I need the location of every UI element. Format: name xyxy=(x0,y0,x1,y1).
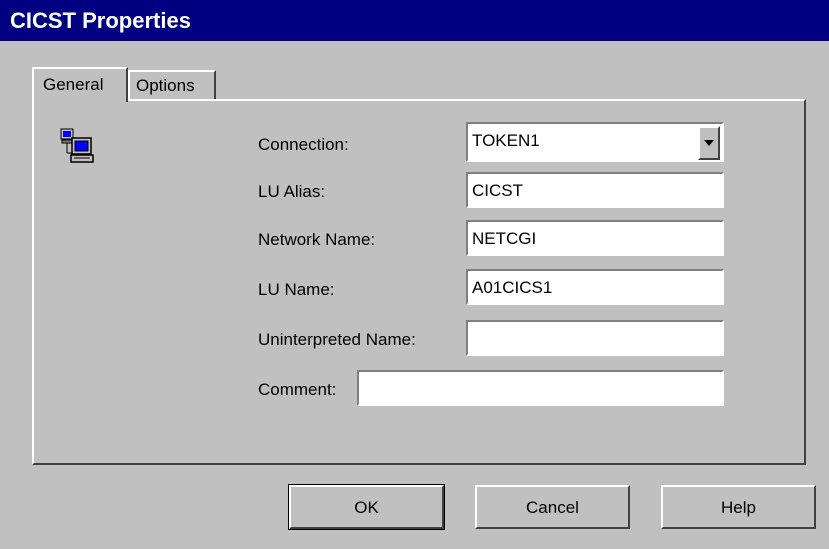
lu-alias-input[interactable]: CICST xyxy=(466,172,724,208)
connection-label: Connection: xyxy=(258,135,349,154)
chevron-down-icon xyxy=(704,140,714,146)
cancel-button[interactable]: Cancel xyxy=(475,485,630,529)
lu-name-input[interactable]: A01CICS1 xyxy=(466,269,724,305)
ok-button[interactable]: OK xyxy=(288,484,445,530)
network-name-input[interactable]: NETCGI xyxy=(466,220,724,256)
connection-value: TOKEN1 xyxy=(472,131,540,150)
lu-alias-label: LU Alias: xyxy=(258,182,326,201)
ok-button-label: OK xyxy=(354,498,379,517)
tab-options-label: Options xyxy=(136,76,195,95)
uninterpreted-name-label: Uninterpreted Name: xyxy=(258,330,416,349)
connection-dropdown-button[interactable] xyxy=(698,126,720,160)
help-button[interactable]: Help xyxy=(661,485,816,529)
lu-alias-value: CICST xyxy=(472,181,523,200)
network-name-value: NETCGI xyxy=(472,229,537,248)
connection-dropdown[interactable]: TOKEN1 xyxy=(466,122,724,162)
lu-name-label: LU Name: xyxy=(258,280,335,299)
help-button-label: Help xyxy=(721,498,756,517)
lu-name-value: A01CICS1 xyxy=(472,278,553,297)
network-computer-icon xyxy=(60,128,94,163)
window-title-bar: CICST Properties xyxy=(0,0,829,41)
tab-general-label: General xyxy=(43,75,104,94)
comment-label: Comment: xyxy=(258,380,337,399)
tab-general[interactable]: General xyxy=(32,67,128,102)
uninterpreted-name-input[interactable] xyxy=(466,320,724,356)
comment-input[interactable] xyxy=(357,370,724,406)
network-name-label: Network Name: xyxy=(258,230,376,249)
cancel-button-label: Cancel xyxy=(526,498,579,517)
window-title: CICST Properties xyxy=(10,8,191,33)
tab-options[interactable]: Options xyxy=(128,70,216,100)
